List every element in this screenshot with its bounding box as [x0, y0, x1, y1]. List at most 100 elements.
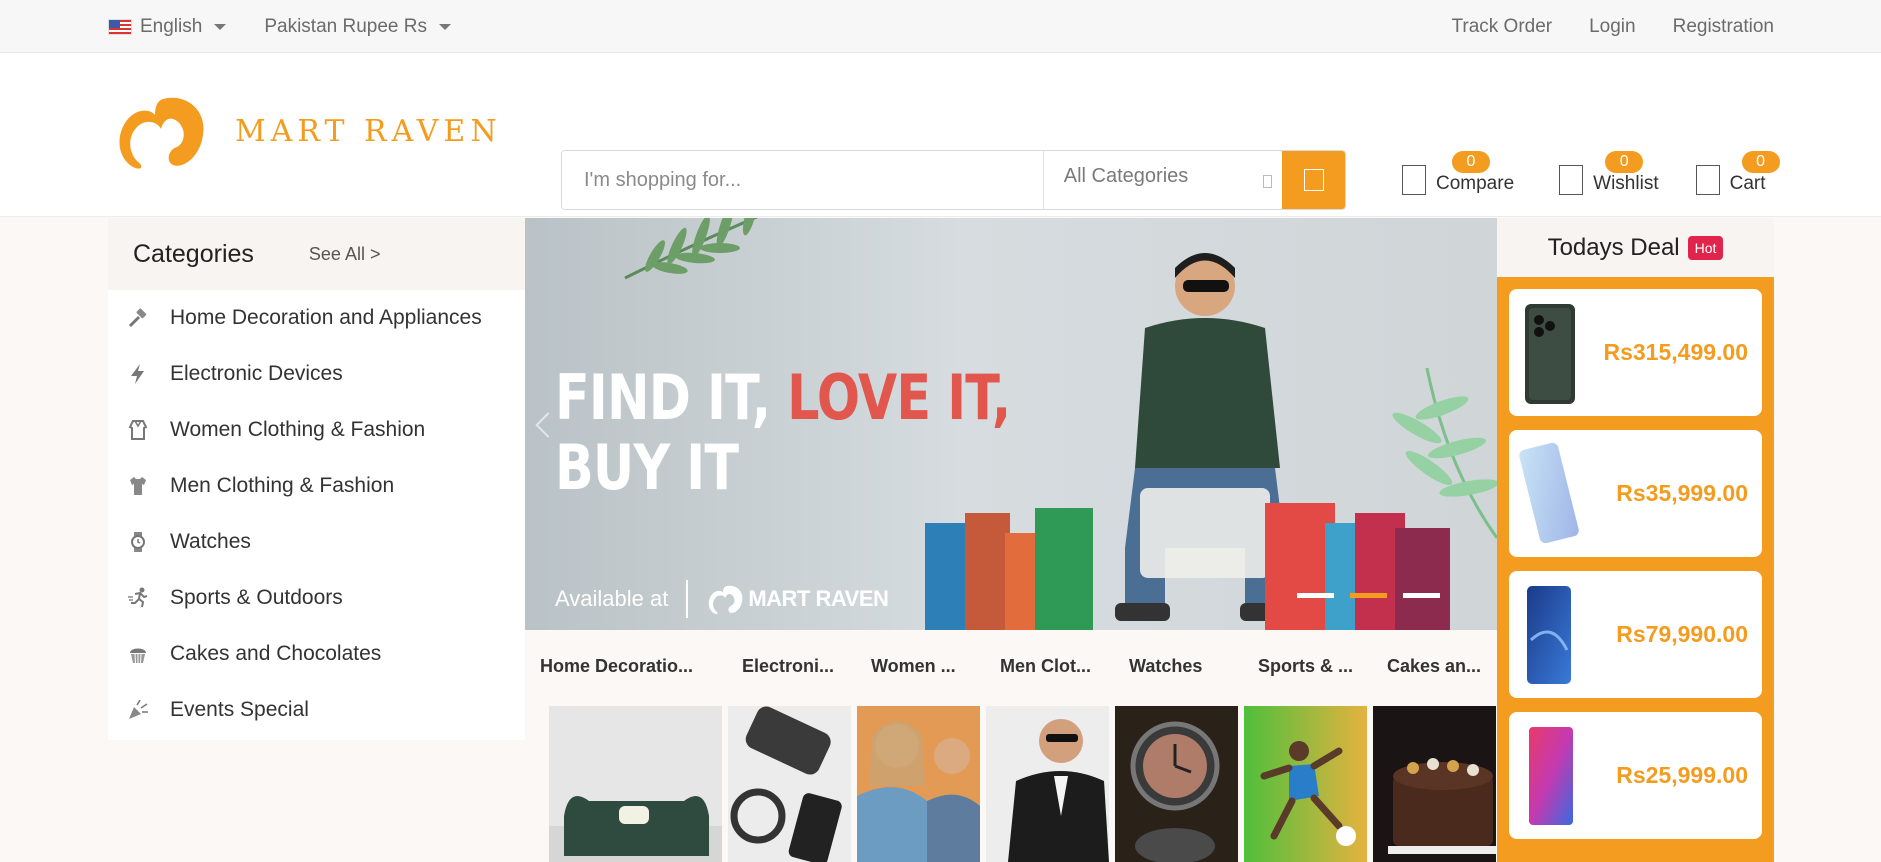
deal-price: Rs79,990.00 — [1616, 621, 1748, 647]
site-header: MART RAVEN All Categories Compare 0 Wish… — [0, 53, 1881, 217]
sidebar-item-home-decoration[interactable]: Home Decoration and Appliances — [108, 290, 525, 346]
lightning-icon — [126, 362, 150, 386]
category-select-value: All Categories — [1063, 165, 1189, 187]
caret-down-icon — [214, 23, 227, 30]
hero-headline-line2: BUY IT — [555, 431, 739, 504]
carousel-dot-active[interactable] — [1350, 593, 1387, 598]
compare-button[interactable]: Compare 0 — [1402, 151, 1514, 195]
deal-price: Rs35,999.00 — [1616, 480, 1748, 506]
categories-header: Categories See All > — [108, 218, 525, 290]
category-image-tiles — [549, 706, 1496, 862]
currency-selector[interactable]: Pakistan Rupee Rs — [264, 16, 451, 38]
cart-icon — [1695, 165, 1720, 195]
raven-logo-icon — [119, 97, 204, 169]
party-icon — [126, 698, 150, 722]
tab-watches[interactable]: Watches — [1129, 656, 1258, 677]
deal-price: Rs315,499.00 — [1603, 339, 1748, 365]
sidebar-item-men-clothing[interactable]: Men Clothing & Fashion — [108, 458, 525, 514]
wishlist-count-badge: 0 — [1605, 151, 1644, 173]
hero-headline-line1: FIND IT, — [555, 361, 788, 434]
men-clothing-image[interactable] — [986, 706, 1109, 862]
women-clothing-image[interactable] — [857, 706, 980, 862]
search-bar: All Categories — [561, 150, 1346, 210]
hero-banner[interactable]: FIND IT, LOVE IT, BUY IT Available at MA… — [525, 218, 1497, 630]
wishlist-button[interactable]: Wishlist 0 — [1559, 151, 1659, 195]
hammer-icon — [126, 306, 150, 330]
deal-product-card[interactable]: Rs35,999.00 — [1509, 430, 1762, 557]
shopping-bags-illustration — [925, 503, 1450, 630]
search-icon — [1303, 169, 1324, 191]
cart-button[interactable]: Cart 0 — [1695, 151, 1780, 195]
cart-label: Cart — [1729, 173, 1766, 194]
site-logo[interactable]: MART RAVEN — [115, 91, 502, 171]
cart-count-badge: 0 — [1741, 151, 1780, 173]
carousel-dot[interactable] — [1297, 593, 1334, 598]
sidebar-item-events-special[interactable]: Events Special — [108, 682, 525, 738]
deal-product-card[interactable]: Rs79,990.00 — [1509, 571, 1762, 698]
shirt-icon — [126, 474, 150, 498]
see-all-link[interactable]: See All > — [309, 244, 381, 265]
sidebar-item-electronic-devices[interactable]: Electronic Devices — [108, 346, 525, 402]
currency-label: Pakistan Rupee Rs — [264, 15, 427, 37]
sidebar-item-label: Events Special — [170, 698, 309, 721]
watches-image[interactable] — [1115, 706, 1238, 862]
category-select[interactable]: All Categories — [1042, 151, 1282, 209]
compare-label: Compare — [1436, 173, 1515, 194]
tab-cakes-chocolates[interactable]: Cakes an... — [1387, 656, 1481, 677]
todays-deal-title: Todays Deal — [1547, 233, 1680, 261]
tab-electronic-devices[interactable]: Electroni... — [742, 656, 871, 677]
sidebar-item-label: Home Decoration and Appliances — [170, 306, 482, 329]
compare-icon — [1402, 165, 1426, 195]
sidebar-item-label: Electronic Devices — [170, 362, 343, 385]
tab-men-clothing[interactable]: Men Clot... — [1000, 656, 1129, 677]
sidebar-item-women-clothing[interactable]: Women Clothing & Fashion — [108, 402, 525, 458]
product-image — [1519, 442, 1579, 543]
hero-brand-name: MART RAVEN — [748, 586, 889, 611]
sidebar-item-cakes-chocolates[interactable]: Cakes and Chocolates — [108, 626, 525, 682]
cupcake-icon — [126, 642, 150, 666]
carousel-dot[interactable] — [1403, 593, 1440, 598]
deal-product-card[interactable]: Rs315,499.00 — [1509, 289, 1762, 416]
deal-product-card[interactable]: Rs25,999.00 — [1509, 712, 1762, 839]
sidebar-item-watches[interactable]: Watches — [108, 514, 525, 570]
running-icon — [126, 586, 150, 610]
sidebar-item-label: Women Clothing & Fashion — [170, 418, 426, 441]
todays-deal-panel: Todays Deal Hot Rs315,499.00 Rs35,999.00 — [1497, 218, 1774, 862]
categories-sidebar: Categories See All > Home Decoration and… — [108, 218, 525, 740]
tab-sports-outdoors[interactable]: Sports & ... — [1258, 656, 1387, 677]
language-selector[interactable]: English — [108, 15, 227, 38]
heart-icon — [1559, 165, 1584, 195]
sidebar-item-sports-outdoors[interactable]: Sports & Outdoors — [108, 570, 525, 626]
product-image — [1525, 303, 1575, 404]
login-link[interactable]: Login — [1589, 16, 1636, 38]
wishlist-label: Wishlist — [1593, 173, 1659, 194]
sidebar-item-label: Watches — [170, 530, 251, 553]
hero-available-at: Available at MART RAVEN — [555, 580, 889, 618]
tab-women-clothing[interactable]: Women ... — [871, 656, 1000, 677]
product-image — [1529, 726, 1573, 825]
registration-link[interactable]: Registration — [1673, 16, 1774, 38]
track-order-link[interactable]: Track Order — [1451, 16, 1552, 38]
product-image — [1527, 585, 1571, 684]
tab-home-decoration[interactable]: Home Decoratio... — [540, 656, 742, 677]
sidebar-item-label: Men Clothing & Fashion — [170, 474, 395, 497]
us-flag-icon — [108, 18, 132, 35]
home-decoration-image[interactable] — [549, 706, 722, 862]
raven-logo-icon — [709, 585, 743, 615]
search-button[interactable] — [1282, 151, 1345, 209]
dress-icon — [126, 418, 150, 442]
electronics-image[interactable] — [728, 706, 851, 862]
brand-name: MART RAVEN — [235, 113, 502, 149]
cakes-chocolates-image[interactable] — [1373, 706, 1496, 862]
hero-headline: FIND IT, LOVE IT, BUY IT — [555, 361, 1011, 504]
hero-headline-highlight: LOVE IT, — [787, 361, 1011, 434]
sports-outdoors-image[interactable] — [1244, 706, 1367, 862]
watch-icon — [126, 530, 150, 554]
sidebar-item-label: Sports & Outdoors — [170, 586, 343, 609]
deal-price: Rs25,999.00 — [1616, 762, 1748, 788]
select-arrow-icon — [1263, 175, 1273, 188]
hot-badge: Hot — [1687, 235, 1724, 260]
search-input[interactable] — [562, 151, 1043, 209]
todays-deal-header: Todays Deal Hot — [1497, 218, 1774, 277]
language-label: English — [140, 15, 203, 37]
